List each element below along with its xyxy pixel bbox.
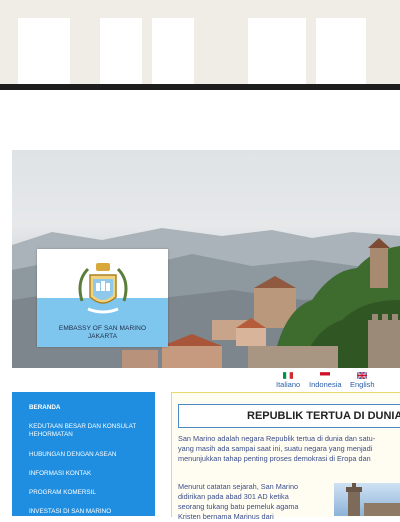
sidebar-item-investasi[interactable]: INVESTASI DI SAN MARINO [29,508,149,516]
intro-line: menunjukkan tahap penting proses demokra… [178,454,371,463]
top-banner [0,0,400,84]
page-title: REPUBLIK TERTUA DI DUNIA [247,410,400,422]
intro-line: yang masih ada sampai saat ini, suatu ne… [178,444,373,453]
header-divider [0,84,400,90]
language-link-italiano[interactable]: Italiano [276,372,300,389]
language-label: English [350,380,375,389]
uk-flag-icon [357,372,368,379]
history-line: seorang tukang batu pemeluk agama [178,502,299,511]
language-label: Indonesia [309,380,342,389]
tower-illustration [346,483,400,516]
language-label: Italiano [276,380,301,389]
history-line: Menurut catatan sejarah, San Marino [178,482,299,491]
tower-photo [334,483,400,516]
history-line: didirikan pada abad 301 AD ketika [178,492,289,501]
sidebar-nav: BERANDA KEDUTAAN BESAR DAN KONSULAT HEHO… [12,392,155,516]
coat-of-arms-icon [78,263,128,314]
sidebar-item-kedutaan[interactable]: KEDUTAAN BESAR DAN KONSULAT HEHORMATAN [29,423,149,439]
sidebar-item-kontak[interactable]: INFORMASI KONTAK [29,470,149,478]
history-line: Kristen bernama Marinus dari [178,512,274,521]
banner-block [18,18,70,84]
indonesia-flag-icon [320,372,331,379]
sidebar-item-komersil[interactable]: PROGRAM KOMERSIL [29,489,149,497]
language-link-indonesia[interactable]: Indonesia [309,372,342,389]
embassy-emblem-card: EMBASSY OF SAN MARINO JAKARTA [37,249,168,347]
language-link-english[interactable]: English [350,372,375,389]
sidebar-item-asean[interactable]: HUBUNGAN DENGAN ASEAN [29,451,149,459]
banner-block [152,18,194,84]
embassy-caption: EMBASSY OF SAN MARINO JAKARTA [37,325,168,341]
embassy-caption-line2: JAKARTA [87,333,118,340]
embassy-caption-line1: EMBASSY OF SAN MARINO [58,325,147,332]
sidebar-item-beranda[interactable]: BERANDA [29,404,149,412]
italy-flag-icon [283,372,294,379]
banner-block [248,18,306,84]
intro-line: San Marino adalah negara Republik tertua… [178,434,376,443]
content-title-box: REPUBLIK TERTUA DI DUNIA [178,404,400,428]
banner-block [316,18,366,84]
banner-block [100,18,142,84]
